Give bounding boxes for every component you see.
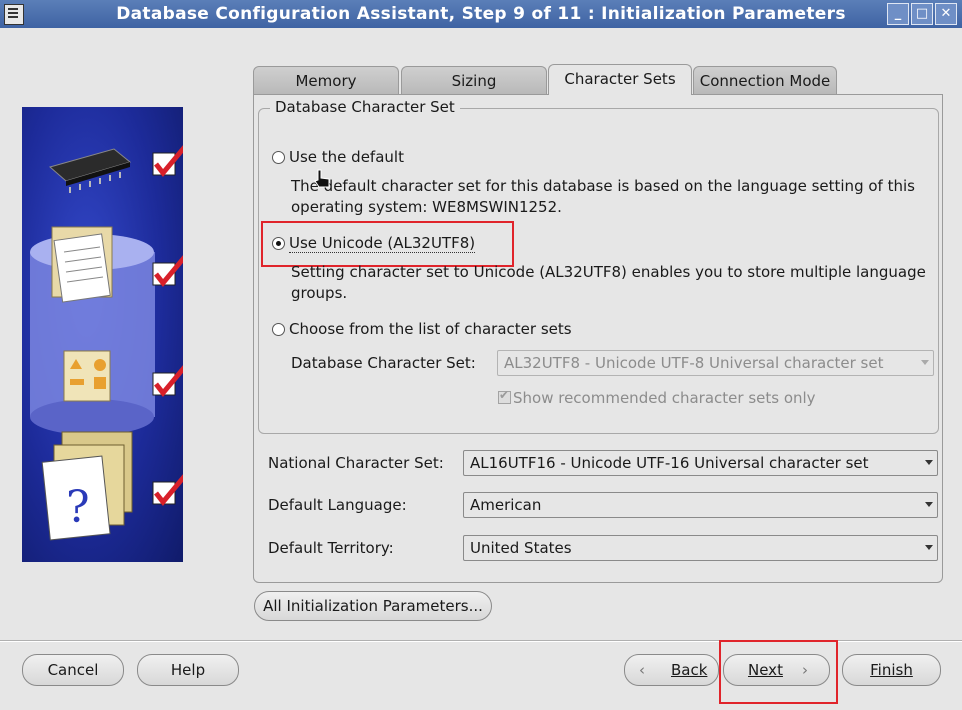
show-recommended-label[interactable]: Show recommended character sets only xyxy=(513,389,816,407)
unicode-highlight-box xyxy=(261,221,514,267)
default-language-select[interactable]: American xyxy=(463,492,938,518)
documents-folder-icon xyxy=(51,226,113,303)
db-charset-select-value: AL32UTF8 - Unicode UTF-8 Universal chara… xyxy=(504,354,884,372)
default-territory-label: Default Territory: xyxy=(268,539,394,557)
chevron-down-icon xyxy=(921,360,929,365)
minimize-icon[interactable]: _ xyxy=(887,3,909,25)
unicode-desc-line2: groups. xyxy=(291,284,348,302)
tab-sizing[interactable]: Sizing xyxy=(401,66,547,95)
back-label: Back xyxy=(671,661,708,679)
unicode-description: Setting character set to Unicode (AL32UT… xyxy=(291,262,926,304)
db-charset-field-label: Database Character Set: xyxy=(291,354,476,372)
database-illustration: ? xyxy=(30,145,183,541)
chevron-down-icon xyxy=(925,502,933,507)
all-init-params-button[interactable]: All Initialization Parameters... xyxy=(254,591,492,621)
shapes-card-icon xyxy=(63,350,111,402)
memory-chip-icon xyxy=(48,148,132,193)
chevron-down-icon xyxy=(925,460,933,465)
cancel-button[interactable]: Cancel xyxy=(22,654,124,686)
use-default-label[interactable]: Use the default xyxy=(289,148,404,166)
tab-memory[interactable]: Memory xyxy=(253,66,399,95)
chevron-left-icon: ‹ xyxy=(639,661,645,679)
default-desc-line2: operating system: WE8MSWIN1252. xyxy=(291,198,562,216)
use-default-radio[interactable] xyxy=(272,151,285,164)
show-recommended-checkbox[interactable] xyxy=(498,388,511,404)
db-charset-legend: Database Character Set xyxy=(270,98,460,116)
national-charset-label: National Character Set: xyxy=(268,454,444,472)
choose-list-label[interactable]: Choose from the list of character sets xyxy=(289,320,572,338)
chevron-down-icon xyxy=(925,545,933,550)
national-charset-select[interactable]: AL16UTF16 - Unicode UTF-16 Universal cha… xyxy=(463,450,938,476)
help-button[interactable]: Help xyxy=(137,654,239,686)
svg-text:?: ? xyxy=(66,482,90,533)
next-highlight-box xyxy=(719,640,838,704)
window-title: Database Configuration Assistant, Step 9… xyxy=(116,4,846,24)
help-folders-icon: ? xyxy=(41,431,133,541)
step-checkboxes xyxy=(152,145,183,506)
default-desc-line1: The default character set for this datab… xyxy=(291,177,915,195)
back-button[interactable]: ‹ Back xyxy=(624,654,719,686)
db-charset-select[interactable]: AL32UTF8 - Unicode UTF-8 Universal chara… xyxy=(497,350,934,376)
wizard-illustration: ? xyxy=(22,107,183,562)
default-language-label: Default Language: xyxy=(268,496,407,514)
choose-list-radio[interactable] xyxy=(272,323,285,336)
default-language-value: American xyxy=(470,496,542,514)
tab-character-sets[interactable]: Character Sets xyxy=(548,64,692,95)
tab-connection-mode[interactable]: Connection Mode xyxy=(693,66,837,95)
finish-button[interactable]: Finish xyxy=(842,654,941,686)
default-description: The default character set for this datab… xyxy=(291,176,915,218)
hand-cursor-icon xyxy=(314,169,330,188)
maximize-icon[interactable]: □ xyxy=(911,3,933,25)
unicode-desc-line1: Setting character set to Unicode (AL32UT… xyxy=(291,263,926,281)
default-territory-select[interactable]: United States xyxy=(463,535,938,561)
title-bar: Database Configuration Assistant, Step 9… xyxy=(0,0,962,28)
close-icon[interactable]: ✕ xyxy=(935,3,957,25)
national-charset-value: AL16UTF16 - Unicode UTF-16 Universal cha… xyxy=(470,454,869,472)
default-territory-value: United States xyxy=(470,539,572,557)
